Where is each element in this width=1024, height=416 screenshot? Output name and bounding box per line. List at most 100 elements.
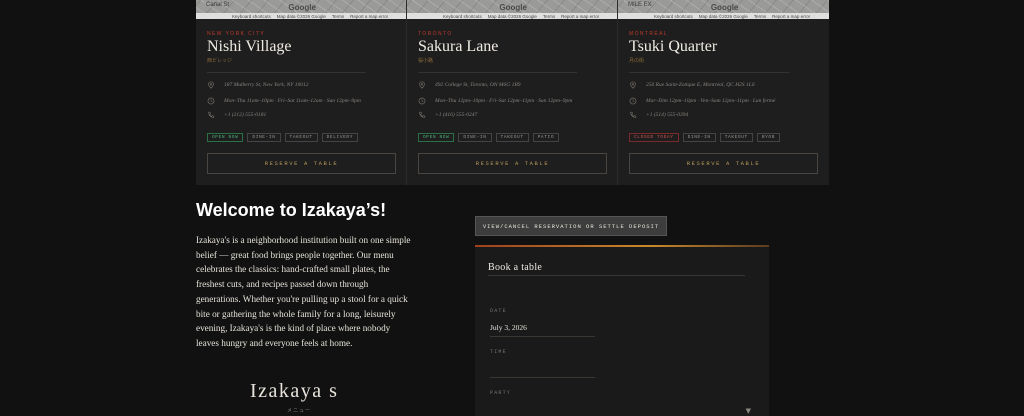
address-text: 256 Rue Saint-Zotique E, Montréal, QC H2…	[646, 82, 755, 88]
service-tag: DINE-IN	[458, 133, 492, 142]
phone-text[interactable]: +1 (416) 555-0247	[435, 112, 477, 118]
clock-icon	[207, 97, 215, 105]
book-table-title: Book a table	[488, 262, 543, 273]
location-card: Google Keyboard shortcuts Map data ©2026…	[407, 0, 618, 185]
location-map[interactable]: Canal St Google Keyboard shortcuts Map d…	[196, 0, 406, 19]
map-attribution: Keyboard shortcuts Map data ©2026 Google…	[196, 13, 406, 19]
location-phone[interactable]: +1 (514) 555-0394	[629, 111, 688, 119]
phone-icon	[630, 111, 637, 118]
map-attribution: Keyboard shortcuts Map data ©2026 Google…	[618, 13, 829, 19]
date-field-underline	[490, 336, 595, 337]
hours-text: Mon–Thu 11am–10pm · Fri–Sat 11am–12am · …	[224, 98, 361, 104]
map-terms-link[interactable]: Terms	[754, 14, 766, 19]
service-tag: TAKEOUT	[284, 133, 318, 142]
location-card: MILE EX Google Keyboard shortcuts Map da…	[618, 0, 829, 185]
izakaya-logo-subtitle: メニュー	[287, 408, 312, 414]
location-japanese-name: 月の街	[629, 58, 645, 64]
card-divider	[418, 72, 577, 73]
service-tags: OPEN NOW DINE-IN TAKEOUT PATIO	[418, 133, 560, 142]
phone-text[interactable]: +1 (212) 555-0181	[224, 112, 266, 118]
clock-icon	[418, 97, 426, 105]
party-label: PARTY	[490, 390, 512, 396]
location-japanese-name: 桜小路	[418, 58, 434, 64]
map-google-logo: Google	[288, 3, 316, 12]
service-tag: DINE-IN	[247, 133, 281, 142]
location-hours: Mar–Dim 12pm–10pm · Ven–Sam 12pm–11pm · …	[629, 97, 775, 105]
map-pin-icon	[419, 81, 425, 89]
location-map[interactable]: Google Keyboard shortcuts Map data ©2026…	[407, 0, 617, 19]
map-report-error-link[interactable]: Report a map error	[772, 14, 810, 19]
map-keyboard-shortcuts-link[interactable]: Keyboard shortcuts	[443, 14, 482, 19]
map-pin-icon	[630, 81, 636, 89]
service-tag: DELIVERY	[321, 133, 359, 142]
location-address: 256 Rue Saint-Zotique E, Montréal, QC H2…	[629, 81, 755, 89]
welcome-paragraph: Izakaya's is a neighborhood institution …	[196, 235, 411, 348]
address-text: 187 Mulberry St, New York, NY 10012	[224, 82, 309, 88]
time-label: TIME	[490, 349, 507, 355]
map-data-label: Map data ©2026 Google	[276, 13, 326, 19]
service-tag: TAKEOUT	[495, 133, 529, 142]
izakaya-logo: Izakaya s	[250, 380, 339, 402]
status-badge: CLOSED TODAY	[629, 133, 679, 142]
status-badge: OPEN NOW	[207, 133, 244, 142]
map-terms-link[interactable]: Terms	[332, 14, 344, 19]
location-japanese-name: 西ビレッジ	[207, 58, 233, 64]
panel-accent-bar	[475, 245, 769, 247]
map-street-label: MILE EX	[628, 2, 652, 8]
map-keyboard-shortcuts-link[interactable]: Keyboard shortcuts	[232, 14, 271, 19]
location-card: Canal St Google Keyboard shortcuts Map d…	[196, 0, 407, 185]
location-city: MONTRÉAL	[629, 31, 668, 37]
service-tags: CLOSED TODAY DINE-IN TAKEOUT BYOB	[629, 133, 781, 142]
date-label: DATE	[490, 308, 507, 314]
map-attribution: Keyboard shortcuts Map data ©2026 Google…	[407, 13, 617, 19]
map-data-label: Map data ©2026 Google	[487, 13, 537, 19]
map-street-label: Canal St	[206, 2, 230, 8]
map-report-error-link[interactable]: Report a map error	[350, 14, 388, 19]
book-table-panel: Book a table DATE July 3, 2026 TIME PART…	[475, 245, 769, 416]
phone-icon	[208, 111, 215, 118]
location-map[interactable]: MILE EX Google Keyboard shortcuts Map da…	[618, 0, 829, 19]
map-pin-icon	[208, 81, 214, 89]
map-keyboard-shortcuts-link[interactable]: Keyboard shortcuts	[654, 14, 693, 19]
service-tag: PATIO	[532, 133, 560, 142]
location-phone[interactable]: +1 (416) 555-0247	[418, 111, 477, 119]
title-divider	[488, 275, 745, 276]
location-hours: Mon–Thu 11am–10pm · Fri–Sat 11am–12am · …	[207, 97, 361, 105]
view-cancel-reservation-button[interactable]: VIEW/CANCEL RESERVATION OR SETTLE DEPOSI…	[475, 216, 667, 236]
time-field-underline	[490, 377, 595, 378]
location-address: 492 College St, Toronto, ON M6G 1B9	[418, 81, 520, 89]
date-field[interactable]: July 3, 2026	[490, 323, 527, 332]
service-tags: OPEN NOW DINE-IN TAKEOUT DELIVERY	[207, 133, 359, 142]
welcome-heading: Welcome to Izakaya’s!	[196, 200, 387, 220]
phone-icon	[419, 111, 426, 118]
hours-text: Mar–Dim 12pm–10pm · Ven–Sam 12pm–11pm · …	[646, 98, 776, 104]
clock-icon	[629, 97, 637, 105]
party-select[interactable]	[490, 404, 745, 416]
hours-text: Mon–Thu 12pm–10pm · Fri–Sat 12pm–11pm · …	[435, 98, 573, 104]
address-text: 492 College St, Toronto, ON M6G 1B9	[435, 82, 521, 88]
phone-text[interactable]: +1 (514) 555-0394	[646, 112, 688, 118]
map-report-error-link[interactable]: Report a map error	[561, 14, 599, 19]
location-name: Tsuki Quarter	[629, 38, 718, 55]
location-name: Nishi Village	[207, 38, 292, 55]
map-google-logo: Google	[499, 3, 527, 12]
reserve-table-button[interactable]: RESERVE A TABLE	[629, 153, 818, 174]
location-address: 187 Mulberry St, New York, NY 10012	[207, 81, 308, 89]
reserve-table-button[interactable]: RESERVE A TABLE	[418, 153, 607, 174]
location-city: TORONTO	[418, 31, 453, 37]
location-name: Sakura Lane	[418, 38, 499, 55]
location-hours: Mon–Thu 12pm–10pm · Fri–Sat 12pm–11pm · …	[418, 97, 572, 105]
location-phone[interactable]: +1 (212) 555-0181	[207, 111, 266, 119]
service-tag: DINE-IN	[682, 133, 716, 142]
map-google-logo: Google	[710, 3, 739, 12]
locations-section: Canal St Google Keyboard shortcuts Map d…	[196, 0, 829, 185]
reserve-table-button[interactable]: RESERVE A TABLE	[207, 153, 396, 174]
map-terms-link[interactable]: Terms	[543, 14, 555, 19]
card-divider	[629, 72, 789, 73]
location-city: NEW YORK CITY	[207, 31, 266, 37]
card-divider	[207, 72, 366, 73]
map-data-label: Map data ©2026 Google	[698, 13, 748, 19]
service-tag: TAKEOUT	[719, 133, 753, 142]
chevron-down-icon[interactable]: ▼	[746, 407, 751, 415]
time-field[interactable]	[490, 363, 595, 375]
